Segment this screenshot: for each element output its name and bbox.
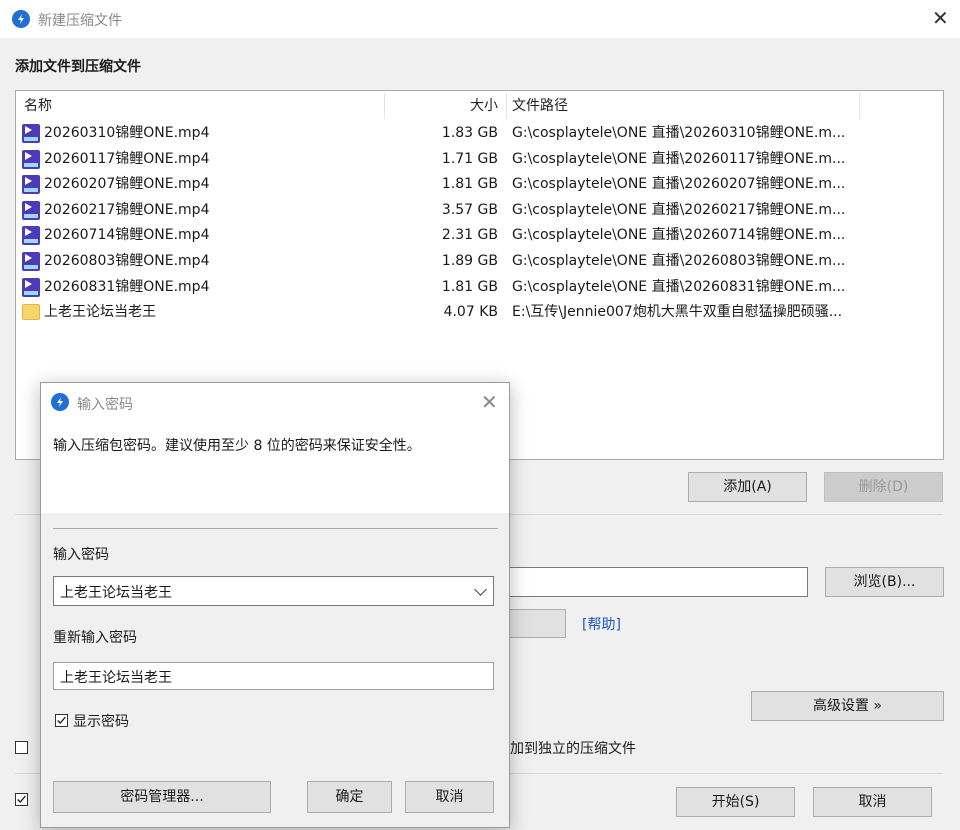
mp4-file-icon (22, 226, 40, 246)
folder-icon (22, 304, 40, 321)
password-label: 输入密码 (53, 547, 109, 563)
table-row[interactable]: 20260310锦鲤ONE.mp4 1.83 GB G:\cosplaytele… (16, 121, 943, 147)
mp4-file-icon (22, 124, 40, 143)
advanced-settings-button[interactable]: 高级设置 » (751, 691, 944, 721)
confirm-password-value: 上老王论坛当老王 (60, 670, 172, 686)
dialog-cancel-button[interactable]: 取消 (405, 781, 494, 813)
dialog-close-icon[interactable]: ✕ (481, 392, 498, 412)
file-name: 20260714锦鲤ONE.mp4 (44, 227, 210, 244)
table-row[interactable]: 20260714锦鲤ONE.mp4 2.31 GB G:\cosplaytele… (16, 223, 943, 249)
file-path: G:\cosplaytele\ONE 直播\20260803锦鲤ONE.m... (512, 253, 846, 269)
file-name: 20260803锦鲤ONE.mp4 (44, 253, 210, 269)
ok-button[interactable]: 确定 (307, 781, 392, 813)
table-row[interactable]: 上老王论坛当老王 4.07 KB E:\互传\Jennie007炮机大黑牛双重自… (16, 300, 943, 326)
file-path: G:\cosplaytele\ONE 直播\20260310锦鲤ONE.m... (512, 125, 846, 141)
table-row[interactable]: 20260831锦鲤ONE.mp4 1.81 GB G:\cosplaytele… (16, 275, 943, 301)
window-title-bar: 新建压缩文件 ✕ (0, 0, 960, 38)
window-close-icon[interactable]: ✕ (932, 8, 949, 28)
file-name: 20260310锦鲤ONE.mp4 (44, 125, 210, 141)
password-dialog: 输入密码 ✕ 输入压缩包密码。建议使用至少 8 位的密码来保证安全性。 输入密码… (40, 382, 510, 828)
file-size: 2.31 GB (441, 227, 498, 244)
show-password-checkbox[interactable] (55, 714, 68, 727)
file-name: 上老王论坛当老王 (44, 304, 156, 321)
confirm-password-input[interactable]: 上老王论坛当老王 (53, 662, 494, 690)
mp4-file-icon (22, 252, 40, 271)
file-path: E:\互传\Jennie007炮机大黑牛双重自慰猛操肥硕骚... (512, 304, 843, 321)
file-path: G:\cosplaytele\ONE 直播\20260831锦鲤ONE.m... (512, 278, 846, 295)
mp4-file-icon (22, 149, 40, 169)
file-path: G:\cosplaytele\ONE 直播\20260207锦鲤ONE.m... (512, 176, 846, 193)
password-manager-button[interactable]: 密码管理器... (53, 781, 271, 813)
dialog-title: 输入密码 (77, 397, 133, 413)
start-button[interactable]: 开始(S) (676, 787, 795, 817)
main-cancel-button[interactable]: 取消 (813, 787, 932, 817)
dialog-divider (53, 528, 498, 529)
column-header-size[interactable]: 大小 (386, 91, 498, 121)
remove-button[interactable]: 删除(D) (824, 472, 943, 502)
archive-path-input[interactable] (480, 567, 808, 597)
file-name: 20260217锦鲤ONE.mp4 (44, 201, 210, 218)
file-name: 20260117锦鲤ONE.mp4 (44, 150, 210, 167)
window-title: 新建压缩文件 (38, 13, 122, 29)
file-path: G:\cosplaytele\ONE 直播\20260714锦鲤ONE.m... (512, 227, 846, 244)
confirm-password-label: 重新输入密码 (53, 630, 137, 646)
file-size: 1.83 GB (441, 125, 498, 141)
mp4-file-icon (22, 277, 40, 297)
file-size: 1.81 GB (441, 176, 498, 193)
column-header-name[interactable]: 名称 (24, 91, 384, 121)
browse-button[interactable]: 浏览(B)... (825, 567, 944, 597)
separate-archive-label: 加到独立的压缩文件 (510, 741, 636, 757)
table-row[interactable]: 20260207锦鲤ONE.mp4 1.81 GB G:\cosplaytele… (16, 172, 943, 198)
file-path: G:\cosplaytele\ONE 直播\20260117锦鲤ONE.m... (512, 150, 846, 167)
mp4-file-icon (22, 200, 40, 220)
mp4-file-icon (22, 175, 40, 195)
password-value: 上老王论坛当老王 (60, 585, 172, 601)
file-size: 1.89 GB (441, 253, 498, 269)
help-link[interactable]: [帮助] (582, 614, 621, 634)
dialog-info-panel: 输入压缩包密码。建议使用至少 8 位的密码来保证安全性。 (41, 423, 509, 513)
file-name: 20260831锦鲤ONE.mp4 (44, 278, 210, 295)
file-name: 20260207锦鲤ONE.mp4 (44, 176, 210, 193)
section-heading: 添加文件到压缩文件 (15, 59, 141, 75)
add-button[interactable]: 添加(A) (688, 472, 807, 502)
file-path: G:\cosplaytele\ONE 直播\20260217锦鲤ONE.m... (512, 201, 846, 218)
table-row[interactable]: 20260117锦鲤ONE.mp4 1.71 GB G:\cosplaytele… (16, 147, 943, 173)
file-size: 4.07 KB (443, 304, 498, 321)
file-size: 1.81 GB (441, 278, 498, 295)
option-checkbox[interactable] (15, 741, 28, 754)
app-logo-icon (51, 393, 69, 411)
option-checkbox-checked[interactable] (15, 793, 28, 806)
dialog-info-text: 输入压缩包密码。建议使用至少 8 位的密码来保证安全性。 (53, 438, 421, 454)
column-header-path[interactable]: 文件路径 (512, 91, 852, 121)
app-logo-icon (12, 10, 30, 28)
show-password-label: 显示密码 (73, 714, 129, 730)
table-row[interactable]: 20260217锦鲤ONE.mp4 3.57 GB G:\cosplaytele… (16, 198, 943, 224)
file-size: 3.57 GB (441, 201, 498, 218)
table-row[interactable]: 20260803锦鲤ONE.mp4 1.89 GB G:\cosplaytele… (16, 249, 943, 275)
file-size: 1.71 GB (441, 150, 498, 167)
password-input[interactable]: 上老王论坛当老王 (53, 576, 494, 606)
chevron-down-icon[interactable] (474, 583, 487, 596)
dialog-title-bar: 输入密码 ✕ (41, 383, 509, 423)
